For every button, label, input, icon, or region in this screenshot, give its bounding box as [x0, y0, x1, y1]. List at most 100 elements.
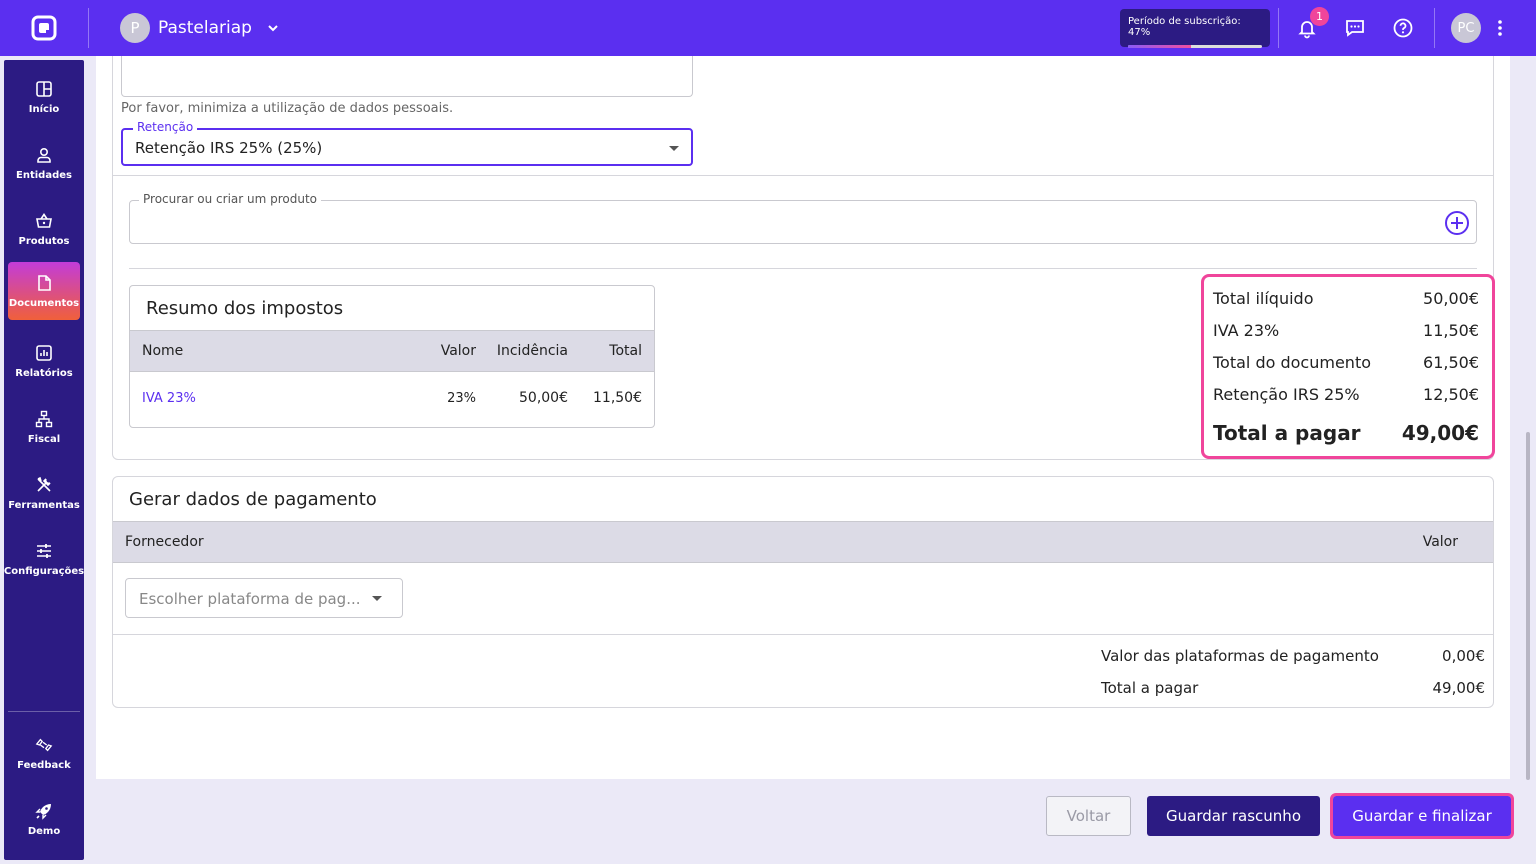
- tax-rate: 23%: [447, 391, 476, 406]
- more-vertical-icon[interactable]: [1486, 14, 1514, 42]
- table-header: Fornecedor Valor: [113, 521, 1493, 563]
- sidebar-item-label: Configurações: [3, 565, 85, 577]
- sidebar: Início Entidades Produtos Documentos Rel…: [4, 60, 84, 860]
- user-icon: [35, 146, 53, 164]
- caret-down-icon: [372, 596, 382, 601]
- company-selector[interactable]: P Pastelariap: [120, 13, 280, 43]
- subscription-label: Período de subscrição: 47%: [1128, 16, 1241, 38]
- tools-icon: [35, 476, 53, 494]
- sidebar-item-documentos[interactable]: Documentos: [8, 262, 80, 320]
- observations-textarea[interactable]: [121, 56, 693, 97]
- user-avatar[interactable]: PC: [1451, 13, 1481, 43]
- top-bar: P Pastelariap Período de subscrição: 47%…: [0, 0, 1536, 56]
- column-header-value: Valor: [1422, 534, 1458, 550]
- vat-value: 11,50€: [1423, 321, 1479, 340]
- document-icon: [35, 274, 53, 292]
- company-name: Pastelariap: [158, 18, 252, 38]
- sidebar-divider: [8, 711, 80, 712]
- column-header-total: Total: [609, 343, 642, 359]
- subscription-period[interactable]: Período de subscrição: 47%: [1120, 9, 1270, 48]
- column-header-name: Nome: [142, 343, 184, 359]
- rocket-icon: [35, 802, 53, 820]
- sidebar-item-feedback[interactable]: Feedback: [8, 724, 80, 782]
- hierarchy-icon: [35, 410, 53, 428]
- company-avatar: P: [120, 13, 150, 43]
- tax-summary-table: Resumo dos impostos Nome Valor Incidênci…: [129, 285, 655, 428]
- chart-icon: [35, 344, 53, 362]
- back-button[interactable]: Voltar: [1046, 796, 1131, 836]
- total-net-value: 50,00€: [1423, 289, 1479, 308]
- retention-value: Retenção IRS 25% (25%): [135, 139, 323, 157]
- sidebar-item-entidades[interactable]: Entidades: [8, 134, 80, 192]
- retention-total-value: 12,50€: [1423, 385, 1479, 404]
- sidebar-item-label: Demo: [27, 825, 61, 837]
- save-draft-button[interactable]: Guardar rascunho: [1147, 796, 1320, 836]
- column-header-value: Valor: [440, 343, 476, 359]
- vat-label: IVA 23%: [1213, 321, 1280, 340]
- add-product-icon[interactable]: [1444, 210, 1470, 236]
- tax-total: 11,50€: [593, 390, 642, 406]
- payment-platform-select[interactable]: Escolher plataforma de pag...: [125, 578, 403, 618]
- product-search-input[interactable]: Procurar ou criar um produto: [129, 192, 1477, 244]
- payment-platform-placeholder: Escolher plataforma de pag...: [139, 590, 361, 608]
- section-divider: [129, 268, 1477, 269]
- sidebar-item-label: Relatórios: [15, 367, 73, 379]
- chevron-down-icon: [266, 21, 280, 35]
- column-header-incidence: Incidência: [496, 343, 568, 359]
- tax-summary-title: Resumo dos impostos: [146, 298, 344, 319]
- chat-icon[interactable]: [1341, 14, 1369, 42]
- sidebar-item-label: Ferramentas: [8, 499, 80, 511]
- payment-total-label: Total a pagar: [1101, 679, 1199, 697]
- sidebar-item-label: Início: [28, 103, 60, 115]
- topbar-divider: [88, 8, 89, 48]
- subscription-progress-fill: [1128, 45, 1191, 48]
- subscription-progress-bar: [1128, 45, 1262, 48]
- amount-due-label: Total a pagar: [1213, 421, 1361, 445]
- sidebar-item-relatorios[interactable]: Relatórios: [8, 332, 80, 390]
- sidebar-item-label: Entidades: [16, 169, 72, 181]
- retention-select[interactable]: Retenção Retenção IRS 25% (25%): [121, 120, 693, 166]
- save-finalize-button[interactable]: Guardar e finalizar: [1330, 793, 1514, 839]
- basket-icon: [35, 212, 53, 230]
- sidebar-item-produtos[interactable]: Produtos: [8, 200, 80, 258]
- total-net-row: Total ilíquido 50,00€: [1213, 289, 1479, 308]
- document-total-row: Total do documento 61,50€: [1213, 353, 1479, 372]
- payment-title: Gerar dados de pagamento: [129, 489, 377, 510]
- total-net-label: Total ilíquido: [1213, 289, 1314, 308]
- caret-down-icon: [669, 146, 679, 151]
- document-total-value: 61,50€: [1423, 353, 1479, 372]
- document-total-label: Total do documento: [1213, 353, 1371, 372]
- payment-total-value: 49,00€: [1432, 679, 1486, 697]
- sidebar-item-configuracoes[interactable]: Configurações: [4, 530, 84, 588]
- topbar-divider: [1278, 8, 1279, 48]
- retention-total-label: Retenção IRS 25%: [1213, 385, 1360, 404]
- amount-due-value: 49,00€: [1401, 421, 1479, 445]
- feedback-icon: [35, 736, 53, 754]
- retention-row: Retenção IRS 25% 12,50€: [1213, 385, 1479, 404]
- sidebar-item-label: Documentos: [8, 297, 80, 309]
- tax-name-link[interactable]: IVA 23%: [142, 391, 196, 406]
- platforms-value: 0,00€: [1442, 647, 1485, 665]
- privacy-hint: Por favor, minimiza a utilização de dado…: [121, 101, 454, 116]
- product-search-label: Procurar ou criar um produto: [139, 192, 322, 206]
- sidebar-item-inicio[interactable]: Início: [8, 68, 80, 126]
- grid-icon: [35, 80, 53, 98]
- retention-label: Retenção: [133, 120, 198, 134]
- document-totals: Total ilíquido 50,00€ IVA 23% 11,50€ Tot…: [1201, 274, 1495, 459]
- tax-incidence: 50,00€: [519, 390, 568, 406]
- topbar-divider: [1434, 8, 1435, 48]
- notification-badge: 1: [1310, 7, 1329, 26]
- scrollbar-thumb[interactable]: [1526, 432, 1530, 780]
- section-divider: [113, 175, 1493, 176]
- app-logo-icon[interactable]: [30, 14, 58, 42]
- sidebar-item-fiscal[interactable]: Fiscal: [8, 398, 80, 456]
- sidebar-item-demo[interactable]: Demo: [8, 790, 80, 848]
- column-header-supplier: Fornecedor: [125, 534, 204, 550]
- payment-data-card: Gerar dados de pagamento Fornecedor Valo…: [112, 476, 1494, 708]
- help-icon[interactable]: [1389, 14, 1417, 42]
- sidebar-item-label: Produtos: [18, 235, 70, 247]
- sidebar-item-ferramentas[interactable]: Ferramentas: [8, 464, 80, 522]
- sidebar-item-label: Feedback: [17, 759, 71, 771]
- platforms-value-label: Valor das plataformas de pagamento: [1101, 647, 1379, 665]
- vat-row: IVA 23% 11,50€: [1213, 321, 1479, 340]
